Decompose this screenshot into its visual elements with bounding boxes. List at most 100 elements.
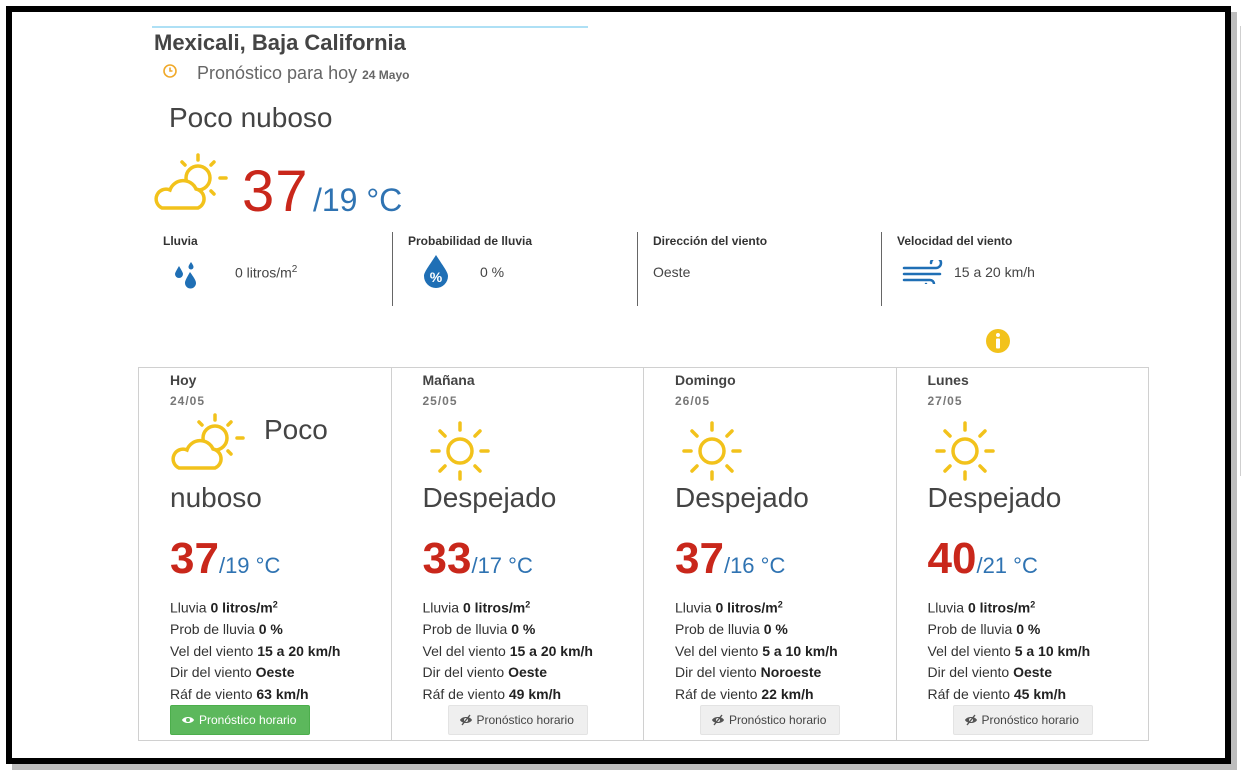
day-date: 27/05	[927, 394, 963, 408]
current-condition: Poco nuboso	[169, 102, 333, 133]
rain-value: 0 litros/m	[235, 264, 292, 281]
day-condition: Despejado	[675, 482, 809, 513]
rain-sup: 2	[291, 264, 298, 275]
detail-rain: Lluvia 0 litros/m2	[422, 599, 531, 616]
day-card-tomorrow: Mañana 25/05 Despejado 33/17 °C Lluvia 0…	[392, 368, 644, 740]
clock-icon	[163, 64, 177, 78]
day-temp-max: 33	[422, 534, 472, 583]
detail-speed: Vel del viento 15 a 20 km/h	[170, 642, 341, 659]
subtitle-date: 24 Mayo	[362, 68, 410, 82]
day-temperature: 40/21 °C	[928, 534, 1038, 584]
hourly-forecast-button[interactable]: Pronóstico horario	[447, 705, 588, 735]
day-name: Domingo	[675, 372, 736, 388]
button-label: Pronóstico horario	[729, 713, 827, 727]
day-temp-min: /16 °C	[723, 553, 786, 578]
current-temperature: 37 /19 °C	[242, 158, 402, 225]
scroll-edge	[1240, 26, 1241, 476]
wind-icon	[902, 260, 943, 284]
day-name: Hoy	[170, 372, 197, 388]
detail-speed: Vel del viento 5 a 10 km/h	[675, 642, 838, 659]
day-temp-max: 40	[927, 534, 977, 583]
metric-probability: Probabilidad de lluvia % 0 %	[408, 234, 638, 306]
day-name: Mañana	[422, 372, 475, 388]
detail-prob: Prob de lluvia 0 %	[675, 621, 788, 638]
forecast-days: Hoy 24/05 Poco nuboso 37/19 °C Lluvia 0 …	[138, 367, 1149, 741]
sun-icon	[682, 421, 742, 481]
detail-dir: Dir del viento Noroeste	[675, 664, 822, 681]
metric-wind-speed: Velocidad del viento 15 a 20 km/h	[897, 234, 1127, 306]
detail-gust: Ráf de viento 45 km/h	[927, 686, 1067, 703]
detail-rain: Lluvia 0 litros/m2	[927, 599, 1036, 616]
day-temperature: 37/19 °C	[170, 534, 280, 584]
prob-value: 0 %	[480, 264, 505, 280]
hourly-forecast-button[interactable]: Pronóstico horario	[952, 705, 1093, 735]
metric-value: 0 litros/m2	[235, 264, 297, 281]
hourly-forecast-button[interactable]: Pronóstico horario	[170, 705, 310, 735]
day-temperature: 33/17 °C	[423, 534, 533, 584]
sun-icon	[934, 421, 995, 481]
day-temp-min: /17 °C	[471, 553, 533, 578]
detail-prob: Prob de lluvia 0 %	[927, 621, 1041, 638]
detail-dir: Dir del viento Oeste	[422, 664, 548, 681]
metric-label: Velocidad del viento	[897, 234, 1013, 248]
eye-slash-icon	[964, 714, 977, 726]
day-details: Lluvia 0 litros/m2 Prob de lluvia 0 % Ve…	[675, 594, 838, 706]
day-temp-max: 37	[170, 534, 219, 583]
detail-speed: Vel del viento 5 a 10 km/h	[927, 642, 1091, 659]
divider	[881, 232, 882, 306]
percent-drop-icon: %	[424, 255, 448, 288]
detail-dir: Dir del viento Oeste	[170, 664, 295, 681]
detail-dir: Dir del viento Oeste	[927, 664, 1053, 681]
wind-direction-value: Oeste	[653, 264, 691, 280]
button-label: Pronóstico horario	[199, 713, 297, 727]
search-box-edge	[152, 18, 588, 28]
wind-speed-value: 15 a 20 km/h	[954, 264, 1035, 280]
partly-cloudy-icon	[154, 153, 228, 210]
day-temperature: 37/16 °C	[675, 534, 785, 584]
day-condition: Despejado	[927, 482, 1062, 513]
info-icon[interactable]	[985, 328, 1011, 354]
svg-text:%: %	[430, 269, 443, 285]
sun-icon	[429, 421, 490, 481]
day-card-sunday: Domingo 26/05 Despejado 37/16 °C Lluvia …	[644, 368, 897, 740]
day-condition: Despejado	[422, 482, 557, 513]
divider	[392, 232, 393, 306]
detail-gust: Ráf de viento 63 km/h	[170, 686, 309, 703]
partly-cloudy-icon	[171, 413, 245, 470]
day-condition: nuboso	[170, 482, 262, 513]
day-name: Lunes	[927, 372, 969, 388]
day-details: Lluvia 0 litros/m2 Prob de lluvia 0 % Ve…	[170, 594, 340, 706]
eye-slash-icon	[712, 714, 724, 726]
detail-rain: Lluvia 0 litros/m2	[170, 599, 278, 616]
day-condition-top: Poco	[264, 414, 328, 445]
metric-rain: Lluvia 0 litros/m2	[163, 234, 393, 306]
metric-label: Lluvia	[163, 234, 198, 248]
eye-slash-icon	[459, 714, 472, 726]
detail-rain: Lluvia 0 litros/m2	[675, 599, 783, 616]
day-temp-max: 37	[675, 534, 724, 583]
page-title: Mexicali, Baja California	[154, 30, 406, 55]
metric-wind-direction: Dirección del viento Oeste	[653, 234, 883, 306]
hourly-forecast-button[interactable]: Pronóstico horario	[700, 705, 840, 735]
forecast-subtitle: Pronóstico para hoy 24 Mayo	[197, 63, 409, 84]
eye-icon	[182, 717, 194, 723]
temp-max: 37	[242, 159, 309, 224]
day-card-monday: Lunes 27/05 Despejado 40/21 °C Lluvia 0 …	[897, 368, 1149, 740]
day-temp-min: /19 °C	[218, 553, 281, 578]
subtitle-text: Pronóstico para hoy	[197, 63, 358, 83]
day-details: Lluvia 0 litros/m2 Prob de lluvia 0 % Ve…	[928, 594, 1091, 706]
metric-label: Probabilidad de lluvia	[408, 234, 533, 248]
metric-label: Dirección del viento	[653, 234, 768, 248]
detail-prob: Prob de lluvia 0 %	[422, 621, 536, 638]
button-label: Pronóstico horario	[981, 713, 1079, 727]
temp-min: /19 °C	[312, 182, 403, 218]
button-label: Pronóstico horario	[476, 713, 574, 727]
divider	[637, 232, 638, 306]
day-date: 26/05	[675, 394, 711, 408]
raindrops-icon	[175, 262, 196, 289]
day-temp-min: /21 °C	[976, 553, 1038, 578]
detail-prob: Prob de lluvia 0 %	[170, 621, 283, 638]
detail-speed: Vel del viento 15 a 20 km/h	[422, 642, 593, 659]
detail-gust: Ráf de viento 49 km/h	[422, 686, 562, 703]
screenshot-frame: Mexicali, Baja California Pronóstico par…	[6, 6, 1241, 764]
